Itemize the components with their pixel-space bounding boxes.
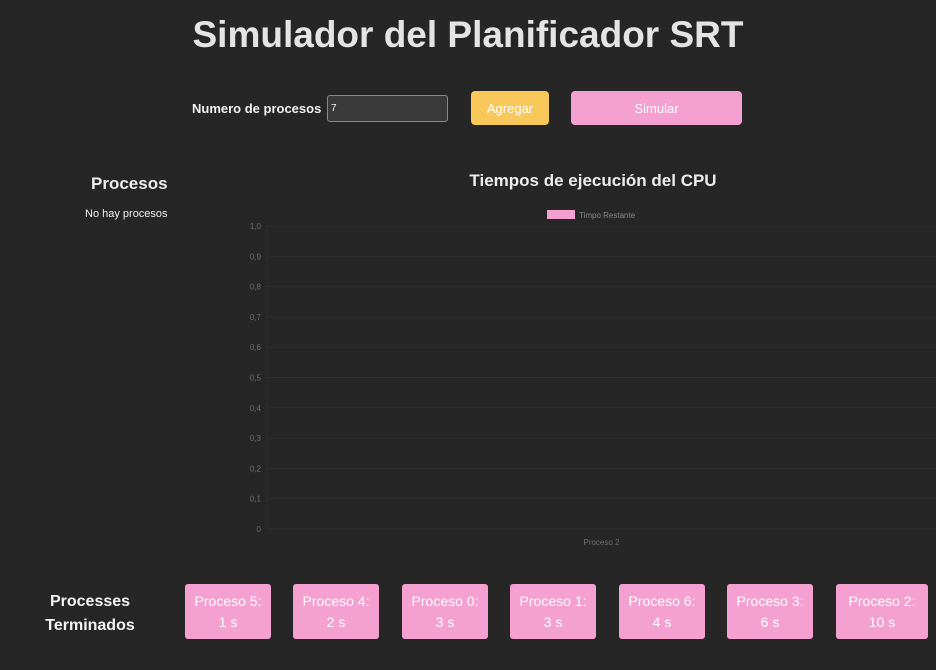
chart-title: Tiempos de ejecución del CPU xyxy=(469,171,717,190)
page-title: Simulador del Planificador SRT xyxy=(192,14,744,55)
finished-process-name: Proceso 5: xyxy=(194,593,262,609)
finished-process-card: Proceso 1: 3 s xyxy=(510,584,596,639)
process-count-label: Numero de procesos xyxy=(192,101,322,116)
process-count-input[interactable] xyxy=(327,95,448,122)
finished-process-name: Proceso 6: xyxy=(628,593,696,609)
finished-process-time: 2 s xyxy=(326,614,346,630)
finished-process-card: Proceso 4: 2 s xyxy=(293,584,379,639)
finished-label-line2: Terminados xyxy=(45,617,135,634)
y-tick-label: 1,0 xyxy=(250,222,262,231)
y-tick-label: 0,8 xyxy=(250,283,262,292)
finished-process-card: Proceso 2: 10 s xyxy=(836,584,928,639)
finished-processes-label: Processes Terminados xyxy=(30,590,150,638)
y-tick-label: 0 xyxy=(257,525,262,534)
y-tick-label: 0,5 xyxy=(250,374,262,383)
y-tick-label: 0,1 xyxy=(250,495,262,504)
finished-process-card: Proceso 0: 3 s xyxy=(402,584,488,639)
finished-label-line1: Processes xyxy=(49,593,131,610)
finished-process-time: 6 s xyxy=(760,614,780,630)
finished-process-name: Proceso 1: xyxy=(519,593,587,609)
legend-swatch xyxy=(547,210,575,219)
y-tick-label: 0,2 xyxy=(250,464,262,473)
finished-process-time: 10 s xyxy=(868,614,896,630)
finished-process-name: Proceso 2: xyxy=(848,593,916,609)
finished-process-time: 4 s xyxy=(652,614,672,630)
simulate-button[interactable]: Simular xyxy=(571,91,742,125)
finished-process-time: 3 s xyxy=(543,614,563,630)
finished-process-card: Proceso 5: 1 s xyxy=(185,584,271,639)
finished-process-name: Proceso 3: xyxy=(736,593,804,609)
chart-legend: Timpo Restante xyxy=(547,210,636,220)
y-tick-label: 0,3 xyxy=(250,434,262,443)
processes-heading: Procesos xyxy=(91,174,168,193)
finished-process-name: Proceso 4: xyxy=(302,593,370,609)
y-tick-label: 0,9 xyxy=(250,252,262,261)
controls-bar: Numero de procesos Agregar Simular xyxy=(0,91,936,125)
cpu-time-chart: Timpo Restante 0 0,1 0,2 0,3 0,4 0,5 0,6 0,7 0,8… xyxy=(250,210,936,547)
y-tick-label: 0,7 xyxy=(250,313,262,322)
finished-process-time: 1 s xyxy=(218,614,238,630)
legend-label: Timpo Restante xyxy=(579,211,636,220)
no-processes-text: No hay procesos xyxy=(85,208,168,220)
x-tick-label: Proceso 2 xyxy=(583,538,620,547)
y-tick-label: 0,6 xyxy=(250,343,262,352)
finished-process-time: 3 s xyxy=(435,614,455,630)
finished-process-card: Proceso 3: 6 s xyxy=(727,584,813,639)
finished-process-card: Proceso 6: 4 s xyxy=(619,584,705,639)
y-tick-label: 0,4 xyxy=(250,404,262,413)
finished-process-name: Proceso 0: xyxy=(411,593,479,609)
add-button[interactable]: Agregar xyxy=(471,91,549,125)
